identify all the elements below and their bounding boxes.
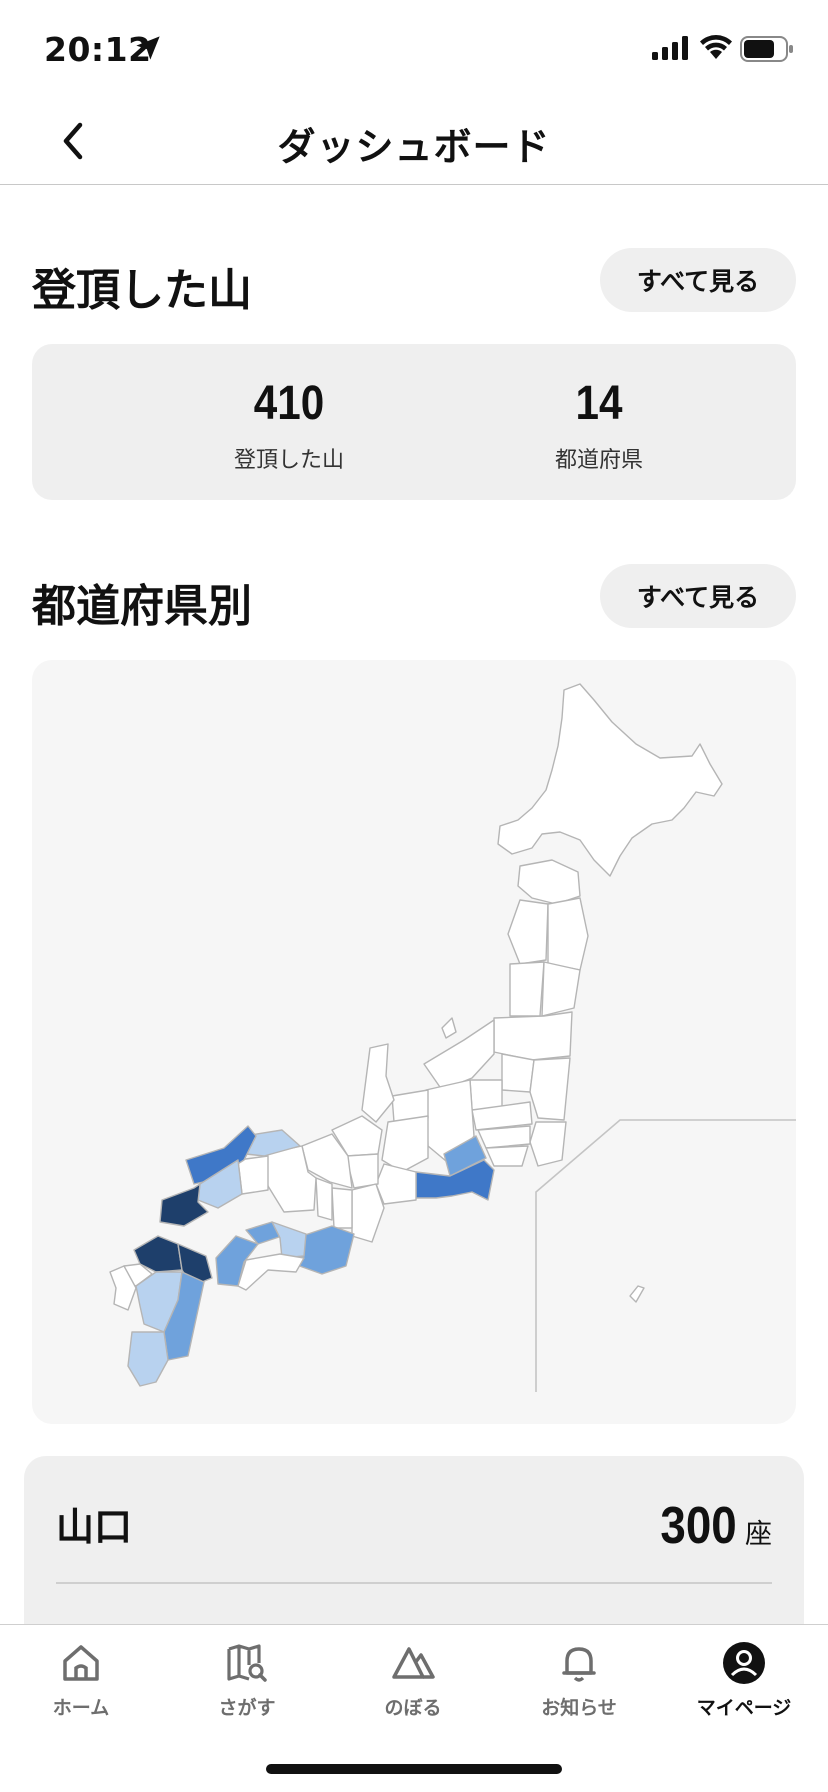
pref-fukushima (493, 1011, 573, 1061)
pref-ibaraki (529, 1057, 571, 1121)
page-title: ダッシュボード (277, 125, 551, 169)
stat-mountains: 410 登頂した山 (159, 380, 419, 474)
pref-hokkaido (497, 683, 723, 877)
map-search-icon (227, 1644, 267, 1682)
location-arrow-icon (136, 36, 160, 60)
tab-home[interactable]: ホーム (21, 1641, 141, 1741)
tab-notifications-label: お知らせ (541, 1697, 617, 1719)
home-indicator (266, 1764, 562, 1774)
wifi-icon (700, 35, 732, 59)
bell-icon (562, 1647, 596, 1682)
pref-miyagi (541, 961, 581, 1017)
prefecture-name: 山口 (56, 1505, 133, 1549)
japan-choropleth-map[interactable] (32, 660, 796, 1424)
tab-mypage-label: マイページ (696, 1697, 792, 1719)
pref-gifu (381, 1115, 429, 1173)
tab-search[interactable]: さがす (187, 1641, 307, 1741)
tab-climb[interactable]: のぼる (353, 1641, 473, 1741)
pref-aichi (375, 1163, 417, 1205)
home-icon (63, 1645, 99, 1681)
tab-notifications[interactable]: お知らせ (519, 1641, 639, 1741)
prefectures-count: 14 (575, 377, 623, 430)
pref-tochigi (501, 1053, 535, 1093)
pref-osaka (315, 1177, 333, 1221)
pref-tokushima (271, 1221, 307, 1259)
mountain-icon (392, 1647, 435, 1679)
divider (56, 1582, 772, 1584)
prefectures-count-label: 都道府県 (554, 448, 643, 473)
pref-gunma (469, 1079, 503, 1111)
tab-mypage[interactable]: マイページ (684, 1641, 804, 1741)
prefecture-count-value: 300 (660, 1497, 737, 1555)
pref-tokyo (477, 1125, 531, 1149)
tab-home-label: ホーム (52, 1697, 110, 1719)
island-ogasawara (629, 1285, 645, 1303)
pref-iwate (547, 897, 589, 971)
climbed-stats-card: 410 登頂した山 14 都道府県 (32, 344, 796, 500)
navigation-bar: ダッシュボード (0, 100, 828, 185)
tab-climb-label: のぼる (384, 1697, 442, 1719)
user-icon (723, 1642, 765, 1684)
pref-chiba (529, 1121, 567, 1167)
tab-search-label: さがす (218, 1697, 276, 1719)
climbed-see-all-button[interactable]: すべて見る (600, 248, 796, 312)
japan-map-svg (109, 683, 796, 1392)
pref-ishikawa (361, 1043, 395, 1123)
stat-prefectures: 14 都道府県 (469, 380, 729, 474)
pref-kanagawa (485, 1145, 529, 1167)
mountains-count: 410 (253, 377, 325, 430)
okinawa-inset-border (535, 1119, 796, 1392)
pref-akita (507, 899, 549, 965)
mountains-count-label: 登頂した山 (233, 448, 344, 473)
prefecture-mountain-count: 300 座 (650, 1496, 772, 1556)
battery-icon (740, 36, 793, 62)
island-sado (441, 1017, 457, 1039)
status-bar: 20:12 (0, 0, 828, 100)
climbed-section-title: 登頂した山 (32, 265, 252, 316)
prefecture-see-all-button[interactable]: すべて見る (600, 564, 796, 628)
cellular-signal-icon (652, 36, 688, 60)
prefecture-section-title: 都道府県別 (32, 581, 252, 632)
pref-aomori (517, 859, 581, 905)
pref-yamagata (509, 961, 545, 1017)
pref-nara (331, 1187, 353, 1229)
pref-kagoshima (127, 1331, 169, 1387)
prefecture-count-unit: 座 (745, 1519, 772, 1550)
pref-kochi (237, 1253, 305, 1291)
dashboard-screen: 20:12 ダッシュボード 登頂した山 すべて見る 410 登頂した山 14 都… (0, 0, 828, 1792)
pref-mie (351, 1183, 385, 1243)
